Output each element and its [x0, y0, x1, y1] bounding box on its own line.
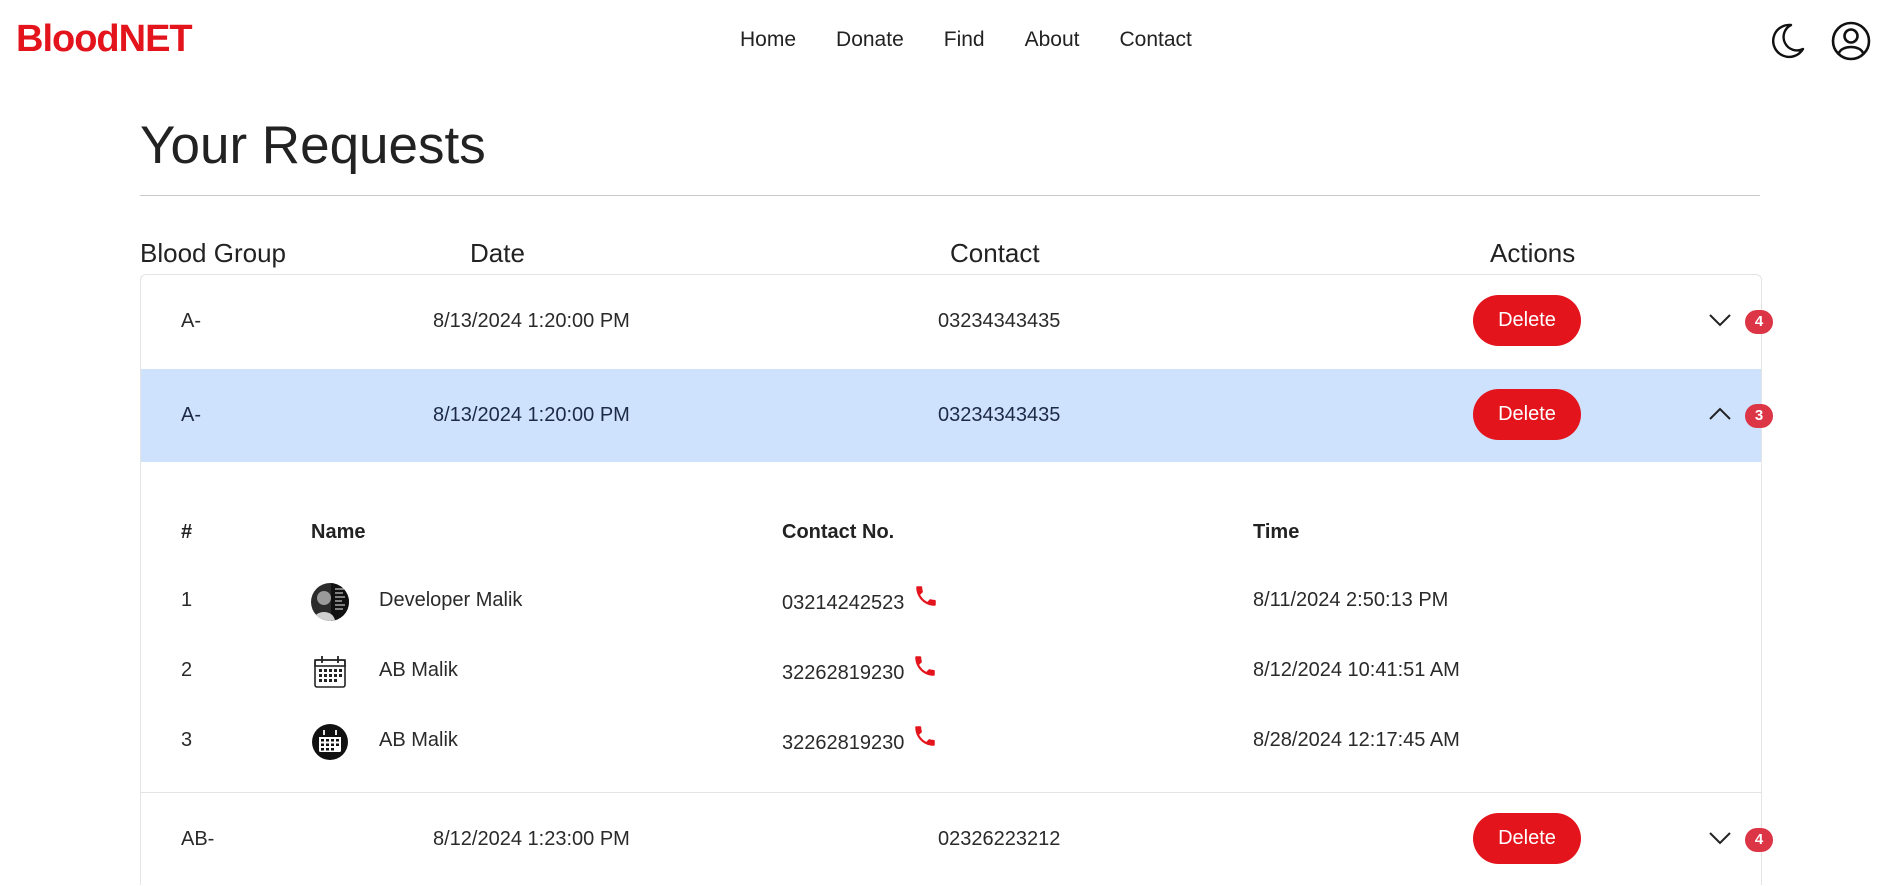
avatar	[311, 583, 349, 621]
responder-index: 3	[181, 729, 193, 751]
delete-button[interactable]: Delete	[1473, 295, 1581, 346]
responder-time: 8/11/2024 2:50:13 PM	[1253, 589, 1449, 611]
expand-toggle[interactable]	[1707, 307, 1733, 333]
nav-about[interactable]: About	[1025, 26, 1080, 54]
user-circle-icon	[1831, 21, 1871, 61]
delete-button[interactable]: Delete	[1473, 813, 1581, 864]
responder-name: AB Malik	[379, 659, 458, 681]
responses-count-badge: 4	[1745, 310, 1773, 334]
responder-contact: 03214242523	[782, 592, 905, 614]
column-header-date: Date	[470, 238, 525, 268]
calendar-filled-icon	[312, 724, 348, 760]
responder-contact: 32262819230	[782, 732, 905, 754]
contact-cell: 03234343435	[938, 310, 1061, 332]
responders-header-name: Name	[311, 521, 366, 543]
page-title: Your Requests	[140, 116, 486, 175]
date-cell: 8/12/2024 1:23:00 PM	[433, 828, 630, 850]
nav-contact[interactable]: Contact	[1120, 26, 1192, 54]
responder-name: Developer Malik	[379, 589, 523, 611]
responder-name: AB Malik	[379, 729, 458, 751]
responses-count-badge: 4	[1745, 828, 1773, 852]
blood-group-cell: A-	[181, 404, 201, 426]
profile-photo-icon	[311, 583, 349, 621]
chevron-up-icon	[1709, 407, 1731, 420]
request-row-expanded[interactable]: A- 8/13/2024 1:20:00 PM 03234343435 Dele…	[141, 369, 1773, 462]
responder-time: 8/28/2024 12:17:45 AM	[1253, 729, 1460, 751]
responder-contact: 32262819230	[782, 662, 905, 684]
delete-button[interactable]: Delete	[1473, 389, 1581, 440]
nav-links: Home Donate Find About Contact	[740, 26, 1232, 54]
phone-icon[interactable]	[912, 653, 938, 679]
nav-find[interactable]: Find	[944, 26, 985, 54]
nav-donate[interactable]: Donate	[836, 26, 904, 54]
column-header-actions: Actions	[1490, 238, 1576, 268]
responder-index: 2	[181, 659, 193, 681]
responders-header-time: Time	[1253, 521, 1300, 543]
chevron-down-icon	[1709, 314, 1731, 327]
date-cell: 8/13/2024 1:20:00 PM	[433, 310, 630, 332]
column-header-contact: Contact	[950, 238, 1040, 268]
calendar-outline-icon	[314, 656, 346, 688]
request-row[interactable]: A- 8/13/2024 1:20:00 PM 03234343435 Dele…	[141, 275, 1773, 368]
request-row[interactable]: AB- 8/12/2024 1:23:00 PM 02326223212 Del…	[141, 793, 1773, 886]
requests-table: A- 8/13/2024 1:20:00 PM 03234343435 Dele…	[140, 274, 1773, 886]
avatar	[311, 653, 349, 691]
contact-cell: 03234343435	[938, 404, 1061, 426]
blood-group-cell: A-	[181, 310, 201, 332]
column-header-blood-group: Blood Group	[140, 238, 286, 268]
nav-home[interactable]: Home	[740, 26, 796, 54]
collapse-toggle[interactable]	[1707, 401, 1733, 427]
responders-header-index: #	[181, 521, 193, 543]
responder-time: 8/12/2024 10:41:51 AM	[1253, 659, 1460, 681]
contact-cell: 02326223212	[938, 828, 1061, 850]
responses-count-badge: 3	[1745, 404, 1773, 428]
expand-toggle[interactable]	[1707, 825, 1733, 851]
user-account-button[interactable]	[1830, 20, 1872, 62]
responders-header-contact: Contact No.	[782, 521, 895, 543]
moon-icon	[1772, 23, 1805, 59]
phone-icon[interactable]	[913, 583, 939, 609]
phone-icon[interactable]	[912, 723, 938, 749]
navbar: BloodNET Home Donate Find About Contact	[0, 0, 1898, 80]
brand-logo[interactable]: BloodNET	[16, 16, 193, 62]
divider	[140, 195, 1760, 196]
avatar	[311, 723, 349, 761]
chevron-down-icon	[1709, 832, 1731, 845]
blood-group-cell: AB-	[181, 828, 215, 850]
responder-index: 1	[181, 589, 193, 611]
date-cell: 8/13/2024 1:20:00 PM	[433, 404, 630, 426]
theme-toggle-button[interactable]	[1766, 20, 1808, 62]
